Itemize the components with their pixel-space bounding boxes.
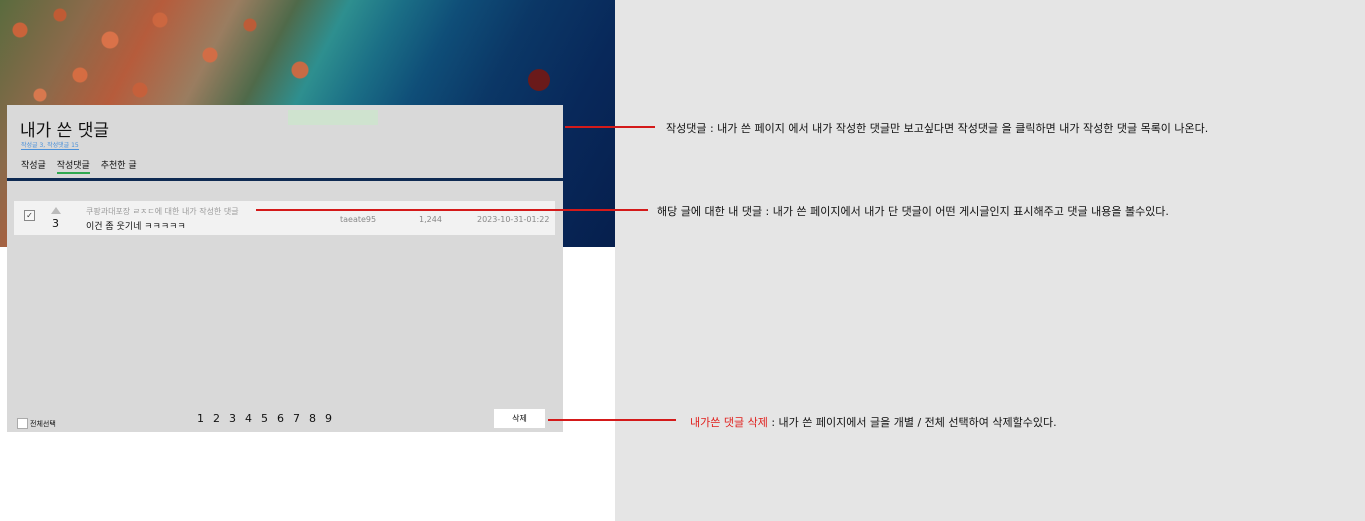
delete-button[interactable]: 삭제 — [494, 409, 545, 428]
page-link[interactable]: 9 — [325, 412, 332, 425]
annotation-3-text: : 내가 쓴 페이지에서 글을 개별 / 전체 선택하여 삭제할수있다. — [767, 416, 1057, 429]
post-reference-link[interactable]: 쿠팡과대포장 ㄹㅈㄷ에 대한 내가 작성한 댓글 — [86, 206, 239, 217]
photo-red-dot — [528, 69, 550, 91]
annotation-3-highlight: 내가쓴 댓글 삭제 — [690, 416, 768, 429]
view-count: 1,244 — [419, 215, 442, 224]
annotation-line-1 — [565, 126, 655, 128]
page-link[interactable]: 5 — [261, 412, 268, 425]
comment-date: 2023-10-31-01:22 — [477, 215, 550, 224]
page-link[interactable]: 7 — [293, 412, 300, 425]
annotation-line-3 — [548, 419, 676, 421]
page-link[interactable]: 3 — [229, 412, 236, 425]
comment-content: 이건 좀 웃기네 ㅋㅋㅋㅋㅋ — [86, 222, 186, 232]
page-link[interactable]: 2 — [213, 412, 220, 425]
pagination: 123456789 — [197, 412, 341, 425]
photo-rooftops — [0, 0, 360, 120]
page-title: 내가 쓴 댓글 — [20, 121, 110, 141]
page-link[interactable]: 1 — [197, 412, 204, 425]
tab-comments[interactable]: 작성댓글 — [56, 161, 90, 174]
annotation-1: 작성댓글 : 내가 쓴 페이지 에서 내가 작성한 댓글만 보고싶다면 작성댓글… — [666, 122, 1209, 135]
annotation-line-2 — [256, 209, 648, 211]
annotation-area — [615, 0, 1365, 521]
page-link[interactable]: 6 — [277, 412, 284, 425]
header-highlight — [288, 110, 378, 125]
page-link[interactable]: 4 — [245, 412, 252, 425]
row-checkbox[interactable]: ✓ — [24, 210, 35, 221]
annotation-3: 내가쓴 댓글 삭제 : 내가 쓴 페이지에서 글을 개별 / 전체 선택하여 삭… — [690, 414, 1057, 430]
annotation-2: 해당 글에 대한 내 댓글 : 내가 쓴 페이지에서 내가 단 댓글이 어떤 게… — [657, 205, 1169, 218]
header-panel: 내가 쓴 댓글 작성글 3, 작성댓글 15 작성글 작성댓글 추천한 글 — [7, 105, 563, 178]
tab-posts[interactable]: 작성글 — [21, 161, 46, 171]
tab-bar: 작성글 작성댓글 추천한 글 — [21, 158, 145, 174]
select-all-label: 전체선택 — [30, 420, 56, 428]
comment-list: ✓ 3 쿠팡과대포장 ㄹㅈㄷ에 대한 내가 작성한 댓글 이건 좀 웃기네 ㅋㅋ… — [7, 181, 563, 432]
comment-author: taeate95 — [340, 215, 377, 224]
select-all-checkbox[interactable] — [17, 418, 28, 429]
comment-row[interactable]: ✓ 3 쿠팡과대포장 ㄹㅈㄷ에 대한 내가 작성한 댓글 이건 좀 웃기네 ㅋㅋ… — [14, 201, 555, 235]
page-link[interactable]: 8 — [309, 412, 316, 425]
tab-liked[interactable]: 추천한 글 — [101, 161, 137, 171]
triangle-up-icon — [51, 207, 61, 214]
vote-count: 3 — [52, 217, 59, 230]
post-summary-link[interactable]: 작성글 3, 작성댓글 15 — [21, 140, 79, 150]
